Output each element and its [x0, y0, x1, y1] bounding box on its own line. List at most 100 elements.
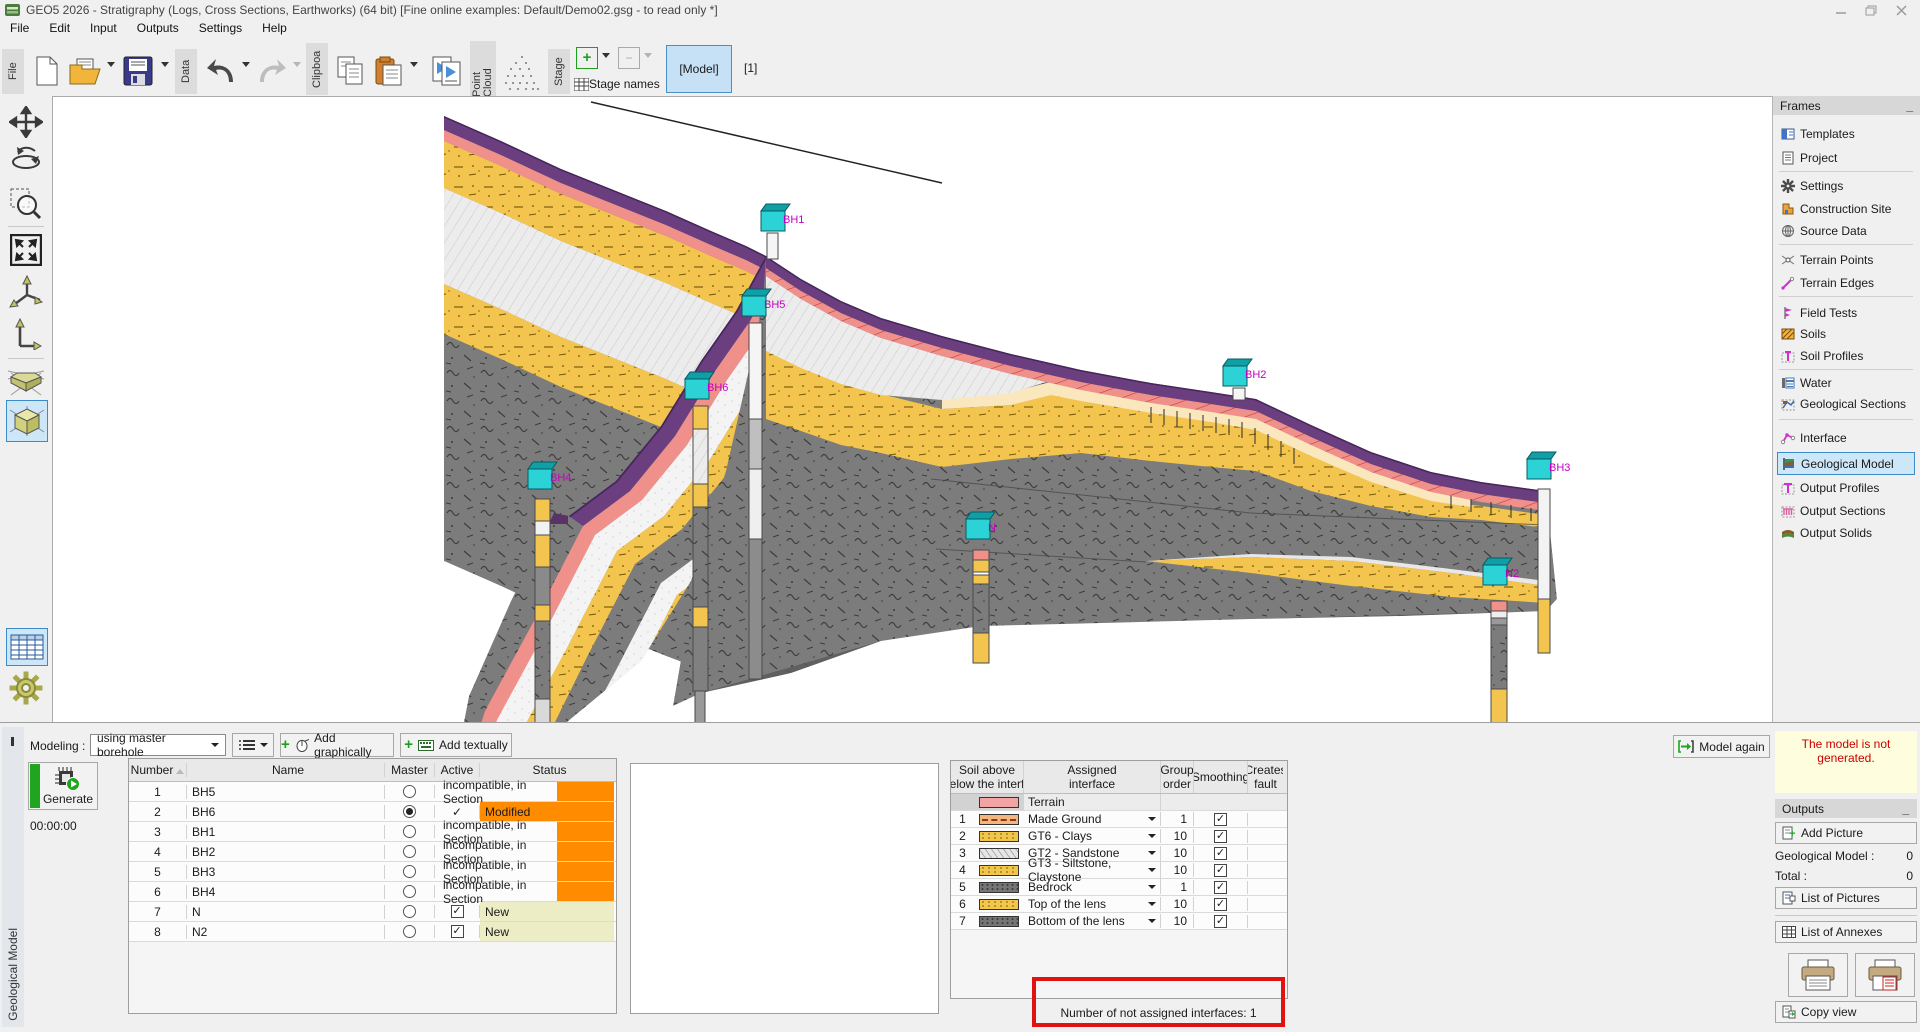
- interface-table-header[interactable]: Soil abovebelow the interfa Assignedinte…: [951, 761, 1287, 794]
- interface-dropdown[interactable]: [1148, 817, 1156, 821]
- frame-item-source-data[interactable]: Source Data: [1777, 221, 1915, 240]
- minimize-button[interactable]: [1826, 2, 1856, 18]
- table-row[interactable]: 7N✓New: [129, 902, 616, 922]
- modeling-method-combo[interactable]: using master borehole: [90, 734, 226, 756]
- frame-item-interface[interactable]: Interface: [1777, 428, 1915, 447]
- add-graphically-button[interactable]: + Add graphically: [280, 733, 394, 757]
- interface-dropdown[interactable]: [1148, 868, 1156, 872]
- copy-button[interactable]: [333, 51, 369, 91]
- model-3d-viewport[interactable]: BH1 BH5 BH6 BH4 BH2 BH3 N N2: [52, 96, 1772, 724]
- menu-help[interactable]: Help: [252, 20, 297, 37]
- frame-item-settings[interactable]: Settings: [1777, 176, 1915, 195]
- frame-item-soil-profiles[interactable]: Soil Profiles: [1777, 346, 1915, 365]
- open-file-button[interactable]: [66, 51, 104, 91]
- add-picture-button[interactable]: + Add Picture: [1775, 822, 1917, 844]
- interface-dropdown[interactable]: [1148, 919, 1156, 923]
- table-row[interactable]: 1BH5incompatible, in Section: [129, 782, 616, 802]
- frame-item-output-profiles[interactable]: Output Profiles: [1777, 478, 1915, 497]
- menu-outputs[interactable]: Outputs: [127, 20, 189, 37]
- frame-item-terrain-points[interactable]: Terrain Points: [1777, 250, 1915, 269]
- zoom-window-tool[interactable]: [6, 186, 46, 222]
- master-radio[interactable]: [403, 925, 416, 938]
- model-stage-button[interactable]: [Model]: [666, 45, 732, 93]
- redo-dropdown[interactable]: [291, 62, 303, 67]
- active-checkbox[interactable]: ✓: [451, 925, 464, 938]
- model-again-button[interactable]: Model again: [1673, 735, 1770, 758]
- table-row[interactable]: 5Bedrock1✓: [951, 879, 1287, 896]
- smoothing-checkbox[interactable]: ✓: [1214, 915, 1227, 928]
- table-row[interactable]: 1Made Ground1✓: [951, 811, 1287, 828]
- table-row[interactable]: 7Bottom of the lens10✓: [951, 913, 1287, 930]
- axes-3d-tool[interactable]: [6, 274, 46, 310]
- interface-dropdown[interactable]: [1148, 834, 1156, 838]
- table-row[interactable]: 4GT3 - Siltstone, Claystone10✓: [951, 862, 1287, 879]
- stage-names-button[interactable]: Stage names: [574, 75, 660, 93]
- restore-button[interactable]: [1856, 2, 1886, 18]
- settings-gear-tool[interactable]: [6, 668, 46, 708]
- master-radio[interactable]: [403, 905, 416, 918]
- close-button[interactable]: [1886, 2, 1916, 18]
- menu-settings[interactable]: Settings: [189, 20, 252, 37]
- rotate-tool[interactable]: [6, 142, 46, 178]
- master-radio[interactable]: [403, 865, 416, 878]
- outputs-collapse-button[interactable]: _: [1902, 802, 1909, 816]
- smoothing-checkbox[interactable]: ✓: [1214, 898, 1227, 911]
- menu-input[interactable]: Input: [80, 20, 127, 37]
- interface-dropdown[interactable]: [1148, 851, 1156, 855]
- frame-item-project[interactable]: Project: [1777, 148, 1915, 167]
- master-radio[interactable]: [403, 885, 416, 898]
- menu-file[interactable]: File: [0, 20, 39, 37]
- detail-list-box[interactable]: [630, 763, 939, 1014]
- list-of-annexes-button[interactable]: List of Annexes: [1775, 921, 1917, 943]
- master-radio[interactable]: [403, 805, 416, 818]
- mode-side-tab[interactable]: Geological Model: [2, 727, 24, 1027]
- master-radio[interactable]: [403, 785, 416, 798]
- print-button[interactable]: [1788, 953, 1848, 997]
- frame-item-geological-model[interactable]: Geological Model: [1777, 452, 1915, 475]
- table-row[interactable]: 2GT6 - Clays10✓: [951, 828, 1287, 845]
- frame-item-terrain-edges[interactable]: Terrain Edges: [1777, 273, 1915, 292]
- frame-item-geological-sections[interactable]: Geological Sections: [1777, 394, 1915, 413]
- copy-view-button[interactable]: Copy view: [1775, 1001, 1917, 1023]
- smoothing-checkbox[interactable]: ✓: [1214, 864, 1227, 877]
- undo-button[interactable]: [203, 51, 239, 91]
- add-stage-button[interactable]: +: [576, 47, 598, 69]
- frame-item-output-sections[interactable]: Output Sections: [1777, 501, 1915, 520]
- frames-collapse-button[interactable]: _: [1906, 99, 1913, 113]
- open-file-dropdown[interactable]: [105, 62, 117, 67]
- pan-tool[interactable]: [6, 104, 46, 140]
- paste-dropdown[interactable]: [408, 62, 420, 67]
- smoothing-checkbox[interactable]: ✓: [1214, 813, 1227, 826]
- redo-button[interactable]: [254, 51, 290, 91]
- axonometric-view-tool[interactable]: [6, 400, 48, 442]
- frame-item-field-tests[interactable]: Field Tests: [1777, 303, 1915, 322]
- table-row[interactable]: 8N2✓New: [129, 922, 616, 942]
- save-dropdown[interactable]: [159, 62, 171, 67]
- smoothing-checkbox[interactable]: ✓: [1214, 830, 1227, 843]
- menu-edit[interactable]: Edit: [39, 20, 80, 37]
- master-radio[interactable]: [403, 825, 416, 838]
- table-view-tool[interactable]: [6, 628, 48, 666]
- remove-stage-button[interactable]: −: [618, 47, 640, 69]
- table-row[interactable]: Terrain: [951, 794, 1287, 811]
- generate-button[interactable]: Generate: [28, 762, 98, 810]
- list-view-options-button[interactable]: [232, 733, 274, 757]
- frame-item-construction-site[interactable]: Construction Site: [1777, 199, 1915, 218]
- table-row[interactable]: 6Top of the lens10✓: [951, 896, 1287, 913]
- interface-dropdown[interactable]: [1148, 885, 1156, 889]
- fit-to-view-tool[interactable]: [6, 232, 46, 268]
- table-row[interactable]: 6BH4incompatible, in Section: [129, 882, 616, 902]
- add-stage-dropdown[interactable]: [600, 53, 612, 58]
- copy-picture-button[interactable]: [428, 51, 466, 91]
- perspective-view-tool[interactable]: [6, 364, 46, 400]
- smoothing-checkbox[interactable]: ✓: [1214, 881, 1227, 894]
- frame-item-templates[interactable]: Templates: [1777, 124, 1915, 143]
- interface-dropdown[interactable]: [1148, 902, 1156, 906]
- frame-item-output-solids[interactable]: Output Solids: [1777, 523, 1915, 542]
- axes-2d-tool[interactable]: [6, 316, 46, 352]
- paste-button[interactable]: [371, 51, 407, 91]
- remove-stage-dropdown[interactable]: [642, 53, 654, 58]
- save-button[interactable]: [119, 51, 157, 91]
- frame-item-soils[interactable]: Soils: [1777, 324, 1915, 343]
- point-cloud-button[interactable]: [500, 49, 544, 93]
